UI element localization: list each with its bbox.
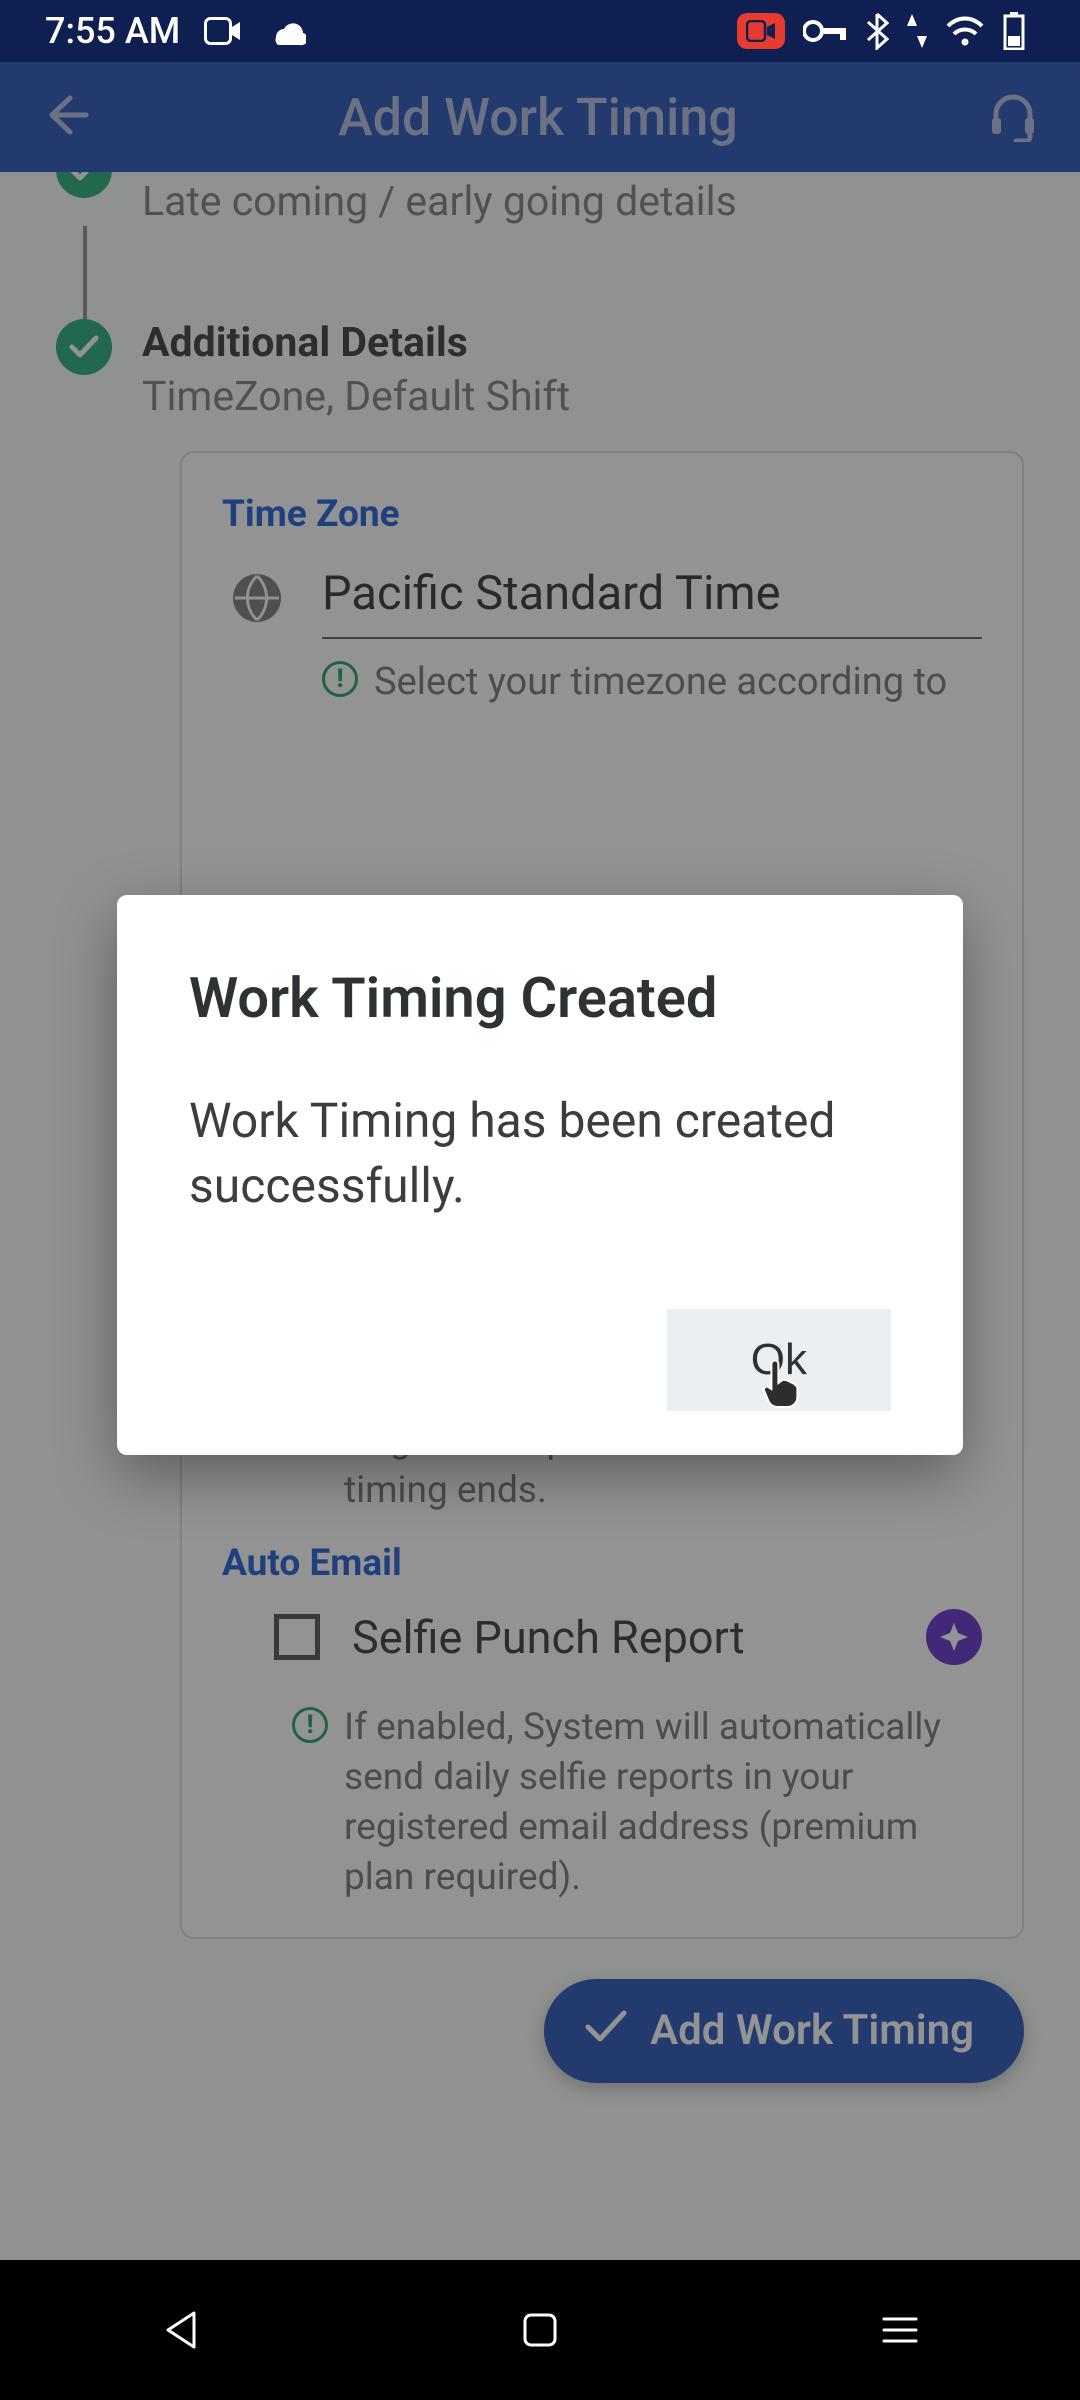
work-timing-created-dialog: Work Timing Created Work Timing has been… <box>117 895 963 1455</box>
dialog-body: Work Timing has been created successfull… <box>189 1089 891 1219</box>
weather-icon <box>266 15 306 47</box>
recording-icon <box>737 13 785 49</box>
nav-home-button[interactable] <box>460 2312 620 2348</box>
status-right <box>737 12 1025 50</box>
dialog-title: Work Timing Created <box>189 965 891 1031</box>
wifi-icon <box>945 15 985 47</box>
video-icon <box>204 17 242 45</box>
status-bar: 7:55 AM <box>0 0 1080 62</box>
nav-back-button[interactable] <box>100 2309 260 2351</box>
data-icon <box>907 14 927 48</box>
bluetooth-icon <box>865 12 889 50</box>
cursor-icon <box>761 1360 805 1423</box>
status-time: 7:55 AM <box>45 10 180 52</box>
system-nav-bar <box>0 2260 1080 2400</box>
nav-recents-button[interactable] <box>820 2315 980 2345</box>
status-left: 7:55 AM <box>45 10 306 52</box>
battery-icon <box>1003 12 1025 50</box>
dialog-ok-button[interactable]: Ok <box>667 1309 891 1411</box>
vpn-key-icon <box>803 19 847 43</box>
